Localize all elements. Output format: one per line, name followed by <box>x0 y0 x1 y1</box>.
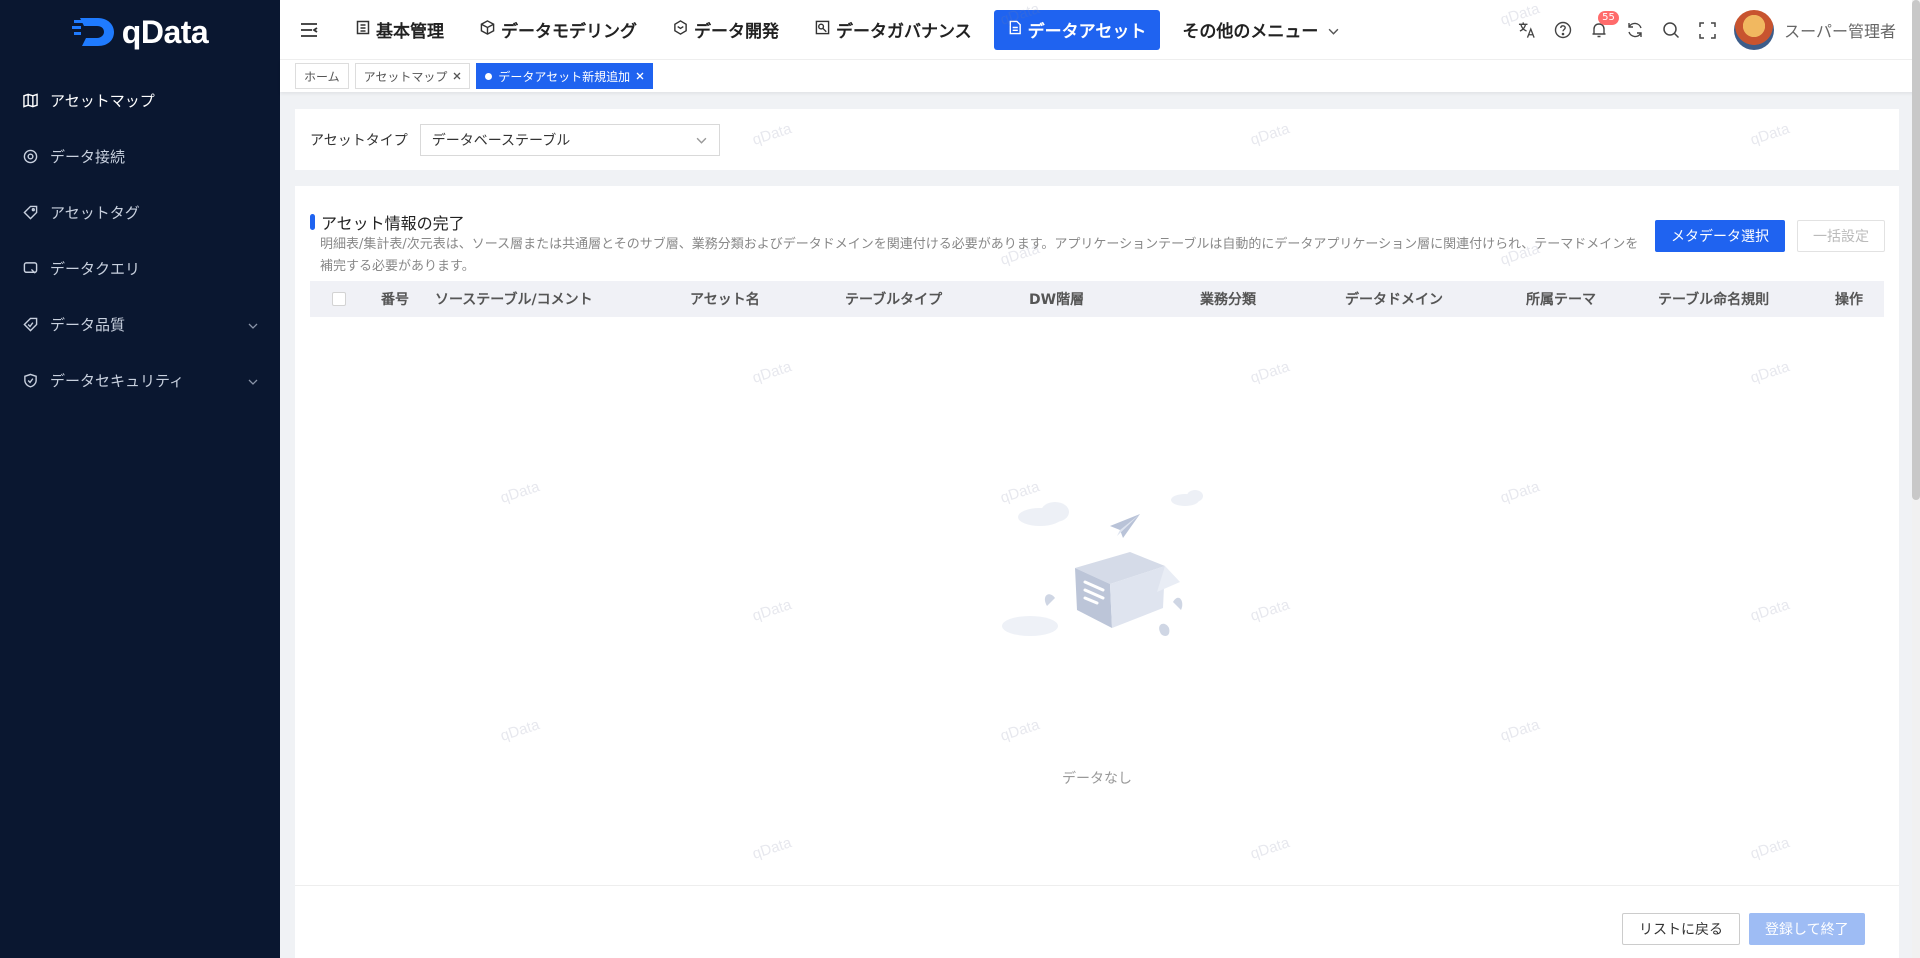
header-actions: 55 スーパー管理者 <box>1518 0 1896 60</box>
sidebar-item-label: データ接続 <box>50 147 126 166</box>
close-icon[interactable] <box>636 69 644 83</box>
select-all-checkbox-cell <box>332 281 346 317</box>
quality-icon <box>22 316 38 332</box>
sidebar-item-asset-tag[interactable]: アセットタグ <box>0 184 280 240</box>
shield-icon <box>22 372 38 388</box>
sidebar-item-data-connection[interactable]: データ接続 <box>0 128 280 184</box>
column-header: 業務分類 <box>1200 292 1256 308</box>
section-marker <box>310 214 315 230</box>
qdata-logo-icon <box>71 18 114 46</box>
logo[interactable]: qData <box>0 0 280 64</box>
document-icon <box>1008 20 1022 40</box>
column-header: 所属テーマ <box>1526 292 1596 308</box>
tab-new-data-asset[interactable]: データアセット新規追加 <box>476 63 654 89</box>
chevron-down-icon <box>1328 20 1339 40</box>
back-to-list-button[interactable]: リストに戻る <box>1622 913 1740 945</box>
table-header: 番号 ソーステーブル/コメント アセット名 テーブルタイプ DW階層 業務分類 … <box>310 281 1884 317</box>
column-header: テーブルタイプ <box>845 292 943 308</box>
sidebar-item-label: アセットタグ <box>50 203 140 222</box>
asset-type-select[interactable]: データベーステーブル <box>419 123 720 156</box>
target-icon <box>22 148 38 164</box>
column-header: アセット名 <box>690 292 760 308</box>
menu-data-development[interactable]: データ開発 <box>659 10 793 50</box>
sidebar-item-label: アセットマップ <box>50 91 155 110</box>
empty-box-icon <box>1002 490 1203 636</box>
governance-icon <box>815 20 830 40</box>
form-footer: リストに戻る 登録して終了 <box>295 885 1899 958</box>
column-header: 操作 <box>1835 292 1863 308</box>
section-title: アセット情報の完了 <box>321 214 465 233</box>
menu-more[interactable]: その他のメニュー <box>1168 10 1353 50</box>
tab-home[interactable]: ホーム <box>295 63 349 89</box>
close-icon[interactable] <box>453 69 461 83</box>
tag-icon <box>22 204 38 220</box>
chevron-down-icon <box>248 315 258 333</box>
section-header: アセット情報の完了 <box>310 210 465 234</box>
chevron-down-icon <box>248 371 258 389</box>
sidebar-item-data-quality[interactable]: データ品質 <box>0 296 280 352</box>
column-header: 番号 <box>381 292 409 308</box>
active-dot-icon <box>485 72 493 80</box>
top-header: 基本管理 データモデリング データ開発 データガバナンス データアセット その他… <box>280 0 1920 60</box>
user-name[interactable]: スーパー管理者 <box>1784 18 1896 42</box>
asset-type-filter: アセットタイプ データベーステーブル <box>295 109 1899 170</box>
search-icon[interactable] <box>1662 21 1680 39</box>
register-finish-button[interactable]: 登録して終了 <box>1749 913 1865 945</box>
hexagon-icon <box>673 19 688 40</box>
page-scrollbar[interactable] <box>1912 0 1920 958</box>
sidebar: qData アセットマップ データ接続 アセットタグ データクエリ データ品質 … <box>0 0 280 958</box>
chevron-down-icon <box>696 132 707 148</box>
avatar[interactable] <box>1734 10 1775 50</box>
query-icon <box>22 260 38 276</box>
scrollbar-thumb[interactable] <box>1912 0 1920 500</box>
column-header: データドメイン <box>1345 292 1443 308</box>
menu-data-asset[interactable]: データアセット <box>993 9 1161 50</box>
sidebar-item-label: データ品質 <box>50 315 126 334</box>
sidebar-item-label: データセキュリティ <box>50 371 185 390</box>
translate-icon[interactable] <box>1518 21 1536 39</box>
app-name: qData <box>121 13 209 50</box>
column-header: DW階層 <box>1029 292 1085 308</box>
menu-basic-management[interactable]: 基本管理 <box>342 10 458 50</box>
sidebar-nav: アセットマップ データ接続 アセットタグ データクエリ データ品質 データセキュ… <box>0 72 280 408</box>
sidebar-item-asset-map[interactable]: アセットマップ <box>0 72 280 128</box>
menu-data-modeling[interactable]: データモデリング <box>466 10 651 50</box>
bulk-set-button[interactable]: 一括設定 <box>1797 220 1885 252</box>
map-icon <box>22 92 38 108</box>
refresh-icon[interactable] <box>1626 21 1644 39</box>
tab-asset-map[interactable]: アセットマップ <box>354 63 471 89</box>
cube-icon <box>480 19 495 40</box>
empty-state-text: データなし <box>1062 771 1132 787</box>
column-header: ソーステーブル/コメント <box>435 292 593 308</box>
notification-badge: 55 <box>1598 11 1619 25</box>
menu-data-governance[interactable]: データガバナンス <box>801 10 986 50</box>
help-icon[interactable] <box>1554 21 1572 39</box>
sidebar-item-data-query[interactable]: データクエリ <box>0 240 280 296</box>
sidebar-item-data-security[interactable]: データセキュリティ <box>0 352 280 408</box>
building-icon <box>356 20 370 40</box>
tabs-bar: ホーム アセットマップ データアセット新規追加 <box>280 60 1920 92</box>
select-all-checkbox[interactable] <box>332 292 346 306</box>
select-metadata-button[interactable]: メタデータ選択 <box>1655 220 1785 252</box>
sidebar-item-label: データクエリ <box>50 259 141 278</box>
fullscreen-icon[interactable] <box>1698 21 1716 39</box>
asset-info-panel: アセット情報の完了 明細表/集計表/次元表は、ソース層または共通層とそのサブ層、… <box>295 186 1899 958</box>
section-description: 明細表/集計表/次元表は、ソース層または共通層とそのサブ層、業務分類およびデータ… <box>320 237 1639 274</box>
menu-toggle-icon[interactable] <box>296 17 322 43</box>
asset-type-label: アセットタイプ <box>310 132 408 149</box>
column-header: テーブル命名規則 <box>1658 292 1770 308</box>
bell-icon[interactable]: 55 <box>1590 11 1619 39</box>
